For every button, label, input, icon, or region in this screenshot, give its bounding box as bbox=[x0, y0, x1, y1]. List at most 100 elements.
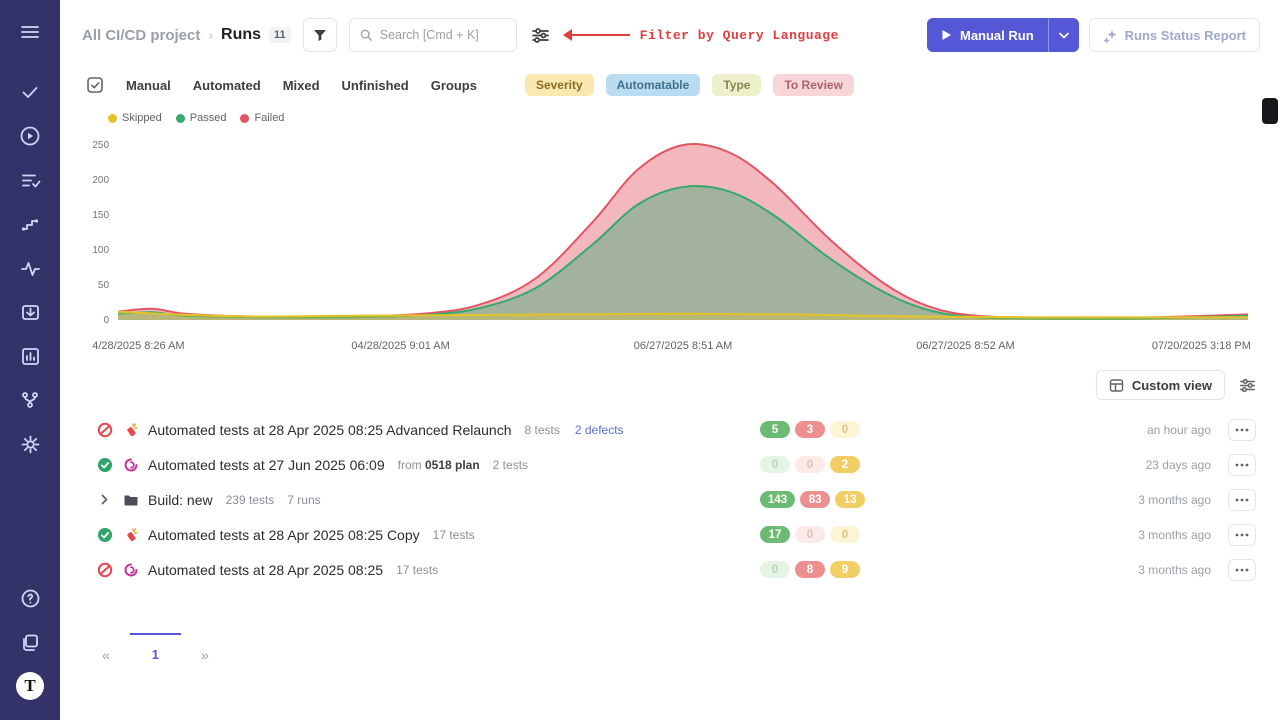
app-root: T All CI/CD project › Runs 11 bbox=[0, 0, 1280, 720]
cyclone-icon bbox=[122, 457, 139, 473]
search-input[interactable] bbox=[380, 28, 506, 42]
menu-icon[interactable] bbox=[12, 14, 48, 50]
filter-chips: Severity Automatable Type To Review bbox=[525, 74, 854, 96]
tab-groups[interactable]: Groups bbox=[431, 78, 477, 93]
result-badges: 5 3 0 bbox=[760, 421, 872, 438]
run-title: Build: new bbox=[148, 492, 213, 508]
chip-type[interactable]: Type bbox=[712, 74, 761, 96]
failed-count-badge: 0 bbox=[795, 526, 825, 543]
flow-steps-icon[interactable] bbox=[12, 206, 48, 242]
run-group-row[interactable]: Build: new 239 tests 7 runs 143 83 13 3 … bbox=[84, 482, 1260, 517]
chevron-down-icon bbox=[1059, 32, 1069, 39]
ellipsis-icon bbox=[1235, 568, 1249, 572]
ellipsis-icon bbox=[1235, 533, 1249, 537]
activity-pulse-icon[interactable] bbox=[12, 250, 48, 286]
chip-to-review[interactable]: To Review bbox=[773, 74, 853, 96]
failed-count-badge: 83 bbox=[800, 491, 830, 508]
y-tick-label: 100 bbox=[92, 245, 109, 256]
pagination-next[interactable]: » bbox=[195, 633, 215, 669]
legend-passed[interactable]: Passed bbox=[176, 112, 227, 124]
skipped-count-badge: 2 bbox=[830, 456, 860, 473]
main-content: All CI/CD project › Runs 11 Filter by Qu… bbox=[60, 0, 1280, 720]
x-tick-label: 4/28/2025 8:26 AM bbox=[92, 340, 184, 352]
play-icon bbox=[941, 29, 952, 41]
view-settings-icon[interactable] bbox=[1237, 375, 1258, 396]
x-tick-label: 06/27/2025 8:52 AM bbox=[916, 340, 1014, 352]
branch-icon[interactable] bbox=[12, 382, 48, 418]
tab-mixed[interactable]: Mixed bbox=[283, 78, 320, 93]
run-tests-meta: 2 tests bbox=[493, 458, 528, 472]
projects-icon[interactable] bbox=[12, 624, 48, 660]
query-filter-icon[interactable] bbox=[529, 24, 552, 47]
sidebar-bottom: T bbox=[12, 580, 48, 704]
topbar: All CI/CD project › Runs 11 Filter by Qu… bbox=[60, 0, 1280, 70]
passed-count-badge: 5 bbox=[760, 421, 790, 438]
runs-count-badge: 11 bbox=[269, 27, 291, 43]
legend-skipped-label: Skipped bbox=[122, 112, 162, 124]
search-icon bbox=[360, 28, 372, 42]
runs-chart: Skipped Passed Failed 050100150200250 4/… bbox=[60, 110, 1280, 358]
row-menu-button[interactable] bbox=[1228, 489, 1256, 511]
view-toolbar: Custom view bbox=[60, 358, 1280, 408]
legend-passed-label: Passed bbox=[190, 112, 227, 124]
run-row[interactable]: Automated tests at 27 Jun 2025 06:09 fro… bbox=[84, 447, 1260, 482]
app-logo[interactable]: T bbox=[12, 668, 48, 704]
chart-x-axis: 4/28/2025 8:26 AM04/28/2025 9:01 AM06/27… bbox=[84, 340, 1260, 358]
tab-automated[interactable]: Automated bbox=[193, 78, 261, 93]
chip-severity[interactable]: Severity bbox=[525, 74, 594, 96]
filter-button[interactable] bbox=[303, 18, 337, 52]
row-menu-button[interactable] bbox=[1228, 559, 1256, 581]
play-circle-icon[interactable] bbox=[12, 118, 48, 154]
run-row[interactable]: Automated tests at 28 Apr 2025 08:25 Adv… bbox=[84, 412, 1260, 447]
tab-manual[interactable]: Manual bbox=[126, 78, 171, 93]
row-menu-button[interactable] bbox=[1228, 419, 1256, 441]
result-badges: 143 83 13 bbox=[760, 491, 872, 508]
settings-gear-icon[interactable] bbox=[12, 426, 48, 462]
pagination-page-1[interactable]: 1 bbox=[130, 633, 181, 668]
legend-skipped[interactable]: Skipped bbox=[108, 112, 162, 124]
run-time: 3 months ago bbox=[881, 563, 1211, 577]
chip-automatable[interactable]: Automatable bbox=[606, 74, 701, 96]
legend-failed[interactable]: Failed bbox=[240, 112, 284, 124]
breadcrumb-separator: › bbox=[208, 27, 213, 43]
breadcrumb-project[interactable]: All CI/CD project bbox=[82, 27, 200, 44]
runs-status-report-label: Runs Status Report bbox=[1125, 28, 1246, 43]
run-tests-meta: 239 tests bbox=[226, 493, 275, 507]
inbox-in-icon[interactable] bbox=[12, 294, 48, 330]
breadcrumb-current: Runs bbox=[221, 26, 261, 44]
skipped-count-badge: 13 bbox=[835, 491, 865, 508]
tab-unfinished[interactable]: Unfinished bbox=[342, 78, 409, 93]
runs-status-report-button[interactable]: Runs Status Report bbox=[1089, 18, 1260, 52]
annotation-text: Filter by Query Language bbox=[640, 28, 839, 43]
custom-view-button[interactable]: Custom view bbox=[1096, 370, 1225, 400]
status-passed-icon bbox=[96, 527, 113, 543]
passed-area bbox=[118, 186, 1248, 320]
skipped-dot bbox=[108, 114, 117, 123]
pagination-prev[interactable]: « bbox=[96, 633, 116, 669]
help-icon[interactable] bbox=[12, 580, 48, 616]
passed-count-badge: 17 bbox=[760, 526, 790, 543]
run-row[interactable]: Automated tests at 28 Apr 2025 08:25 Cop… bbox=[84, 517, 1260, 552]
search-box bbox=[349, 18, 517, 52]
select-runs-icon[interactable] bbox=[86, 76, 104, 94]
result-badges: 0 8 9 bbox=[760, 561, 872, 578]
run-title: Automated tests at 27 Jun 2025 06:09 bbox=[148, 457, 385, 473]
row-menu-button[interactable] bbox=[1228, 524, 1256, 546]
area-chart[interactable]: 050100150200250 bbox=[84, 126, 1260, 338]
row-menu-button[interactable] bbox=[1228, 454, 1256, 476]
runs-list-icon[interactable] bbox=[12, 162, 48, 198]
expand-chevron-icon[interactable] bbox=[96, 494, 113, 505]
run-row[interactable]: Automated tests at 28 Apr 2025 08:25 17 … bbox=[84, 552, 1260, 587]
reports-chart-icon[interactable] bbox=[12, 338, 48, 374]
passed-count-badge: 143 bbox=[760, 491, 795, 508]
ellipsis-icon bbox=[1235, 463, 1249, 467]
check-icon[interactable] bbox=[12, 74, 48, 110]
sparkles-icon bbox=[1103, 28, 1118, 43]
run-title: Automated tests at 28 Apr 2025 08:25 Adv… bbox=[148, 422, 511, 438]
floating-widget-handle[interactable] bbox=[1262, 98, 1278, 124]
manual-run-dropdown[interactable] bbox=[1049, 18, 1079, 52]
topbar-actions: Manual Run Runs Status Report bbox=[927, 18, 1260, 52]
defects-link[interactable]: 2 defects bbox=[575, 423, 624, 437]
manual-run-button[interactable]: Manual Run bbox=[927, 18, 1048, 52]
folder-icon bbox=[122, 492, 139, 508]
